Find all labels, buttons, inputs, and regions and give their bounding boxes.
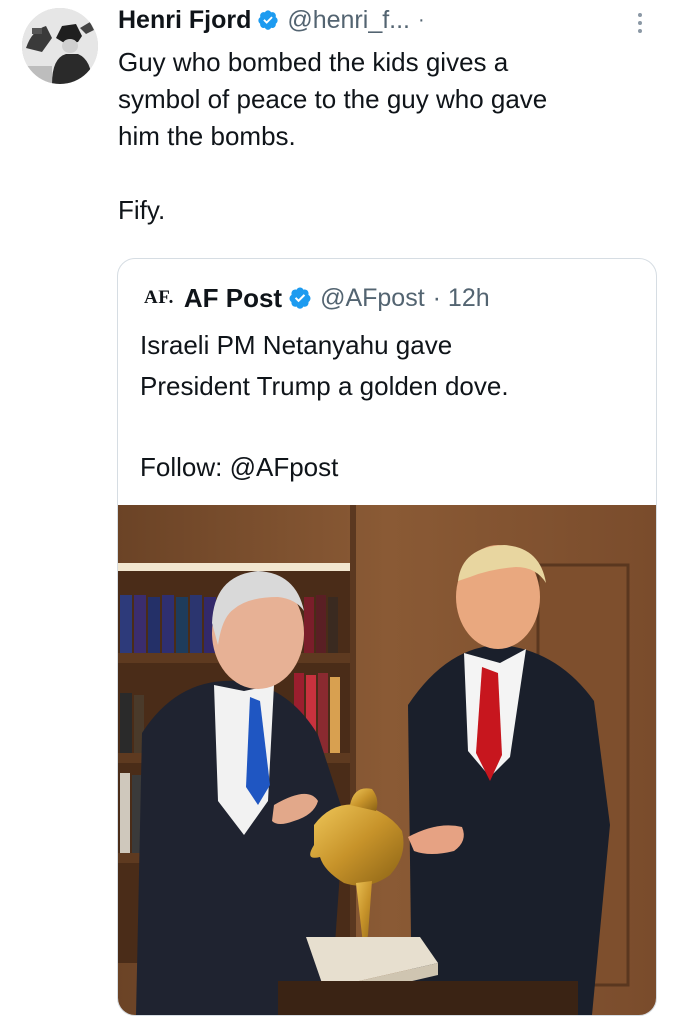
separator-dot: · [418,8,425,31]
photo-illustration [118,505,656,1015]
tweet-text-line: him the bombs. [118,121,296,151]
verified-badge-icon [288,286,312,310]
tweet-text-line: Guy who bombed the kids gives a [118,47,509,77]
quoted-tweet-text: Israeli PM Netanyahu gave President Trum… [140,325,640,488]
verified-badge-icon [257,9,279,31]
more-options-icon[interactable] [630,10,650,36]
avatar-illustration [22,8,98,84]
tweet-text-fify: Fify. [118,195,166,225]
quoted-tweet-card[interactable]: AF. AF Post @AFpost · 12h Israeli PM Net… [117,258,657,1016]
quoted-timestamp[interactable]: · 12h [433,284,490,313]
tweet-text: Guy who bombed the kids gives a symbol o… [118,44,658,229]
tweet-header: Henri Fjord @henri_f... · [118,4,425,36]
author-avatar[interactable] [22,8,98,84]
author-name[interactable]: Henri Fjord [118,6,251,35]
tweet-text-line: symbol of peace to the guy who gave [118,84,548,114]
quoted-text-line: President Trump a golden dove. [140,371,509,401]
quoted-author-avatar[interactable]: AF. [144,287,174,309]
quoted-text-line: Israeli PM Netanyahu gave [140,330,453,360]
quoted-tweet-photo[interactable] [118,505,656,1015]
author-handle[interactable]: @henri_f... [287,6,410,35]
quoted-text-follow: Follow: @AFpost [140,452,339,482]
quoted-author-handle[interactable]: @AFpost [320,284,425,313]
quoted-tweet-header: AF. AF Post @AFpost · 12h [144,281,490,315]
quoted-author-name[interactable]: AF Post [184,283,282,314]
tweet: Henri Fjord @henri_f... · Guy who bombed… [0,0,678,1024]
